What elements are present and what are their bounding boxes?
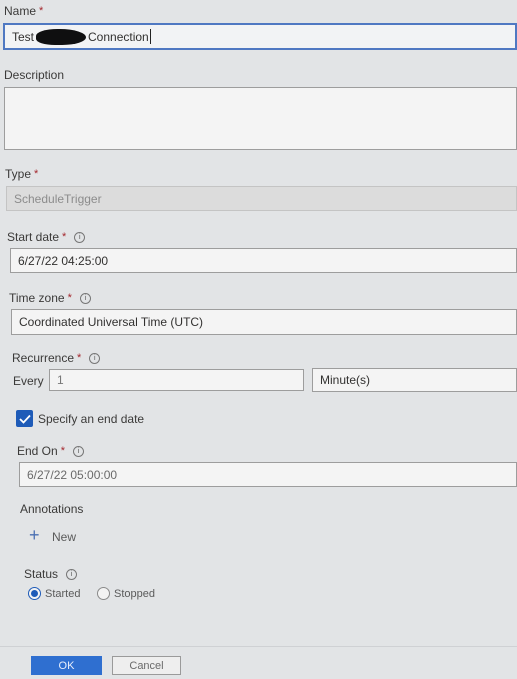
every-label: Every <box>13 374 44 388</box>
required-mark: * <box>77 352 82 364</box>
info-icon[interactable]: i <box>66 568 78 580</box>
name-value-suffix: Connection <box>88 29 149 44</box>
recurrence-interval-input[interactable]: 1 <box>49 369 304 391</box>
text-cursor <box>149 29 151 44</box>
recurrence-unit-dropdown[interactable]: Minute(s) <box>312 368 517 392</box>
name-label: Name * <box>4 4 44 18</box>
end-on-input[interactable]: 6/27/22 05:00:00 <box>19 462 517 487</box>
info-icon[interactable]: i <box>74 231 86 243</box>
new-annotation-button[interactable]: New <box>52 530 76 544</box>
checkmark-icon <box>18 414 31 424</box>
end-date-checkbox-label[interactable]: Specify an end date <box>38 412 144 426</box>
required-mark: * <box>34 168 39 180</box>
description-textarea[interactable] <box>4 87 517 150</box>
footer-divider <box>0 646 517 647</box>
status-started-option[interactable]: Started <box>28 587 80 600</box>
description-label: Description <box>4 68 65 82</box>
plus-icon[interactable]: + <box>29 526 40 544</box>
info-icon[interactable]: i <box>72 445 84 457</box>
name-value-prefix: Test <box>12 29 35 44</box>
info-icon[interactable]: i <box>89 352 101 364</box>
annotations-label: Annotations <box>20 502 84 516</box>
required-mark: * <box>62 231 67 243</box>
time-zone-label: Time zone * i <box>9 291 91 305</box>
start-date-label: Start date * i <box>7 230 86 244</box>
name-input[interactable]: Test Connection <box>3 23 517 50</box>
required-mark: * <box>39 5 44 17</box>
start-date-input[interactable]: 6/27/22 04:25:00 <box>10 248 517 273</box>
type-label: Type * <box>5 167 39 181</box>
radio-selected-icon[interactable] <box>28 587 41 600</box>
time-zone-dropdown[interactable]: Coordinated Universal Time (UTC) <box>11 309 517 335</box>
type-field: ScheduleTrigger <box>6 186 517 211</box>
status-label: Status i <box>24 567 78 581</box>
required-mark: * <box>60 445 65 457</box>
end-on-label: End On * i <box>17 444 84 458</box>
trigger-form: Name * Test Connection Description Type * S… <box>0 0 517 679</box>
status-stopped-option[interactable]: Stopped <box>97 587 155 600</box>
required-mark: * <box>67 292 72 304</box>
end-date-checkbox[interactable] <box>16 410 33 427</box>
radio-unselected-icon[interactable] <box>97 587 110 600</box>
ok-button[interactable]: OK <box>31 656 102 675</box>
info-icon[interactable]: i <box>79 292 91 304</box>
cancel-button[interactable]: Cancel <box>112 656 181 675</box>
recurrence-label: Recurrence * i <box>12 351 101 365</box>
redaction-mark <box>36 28 87 45</box>
